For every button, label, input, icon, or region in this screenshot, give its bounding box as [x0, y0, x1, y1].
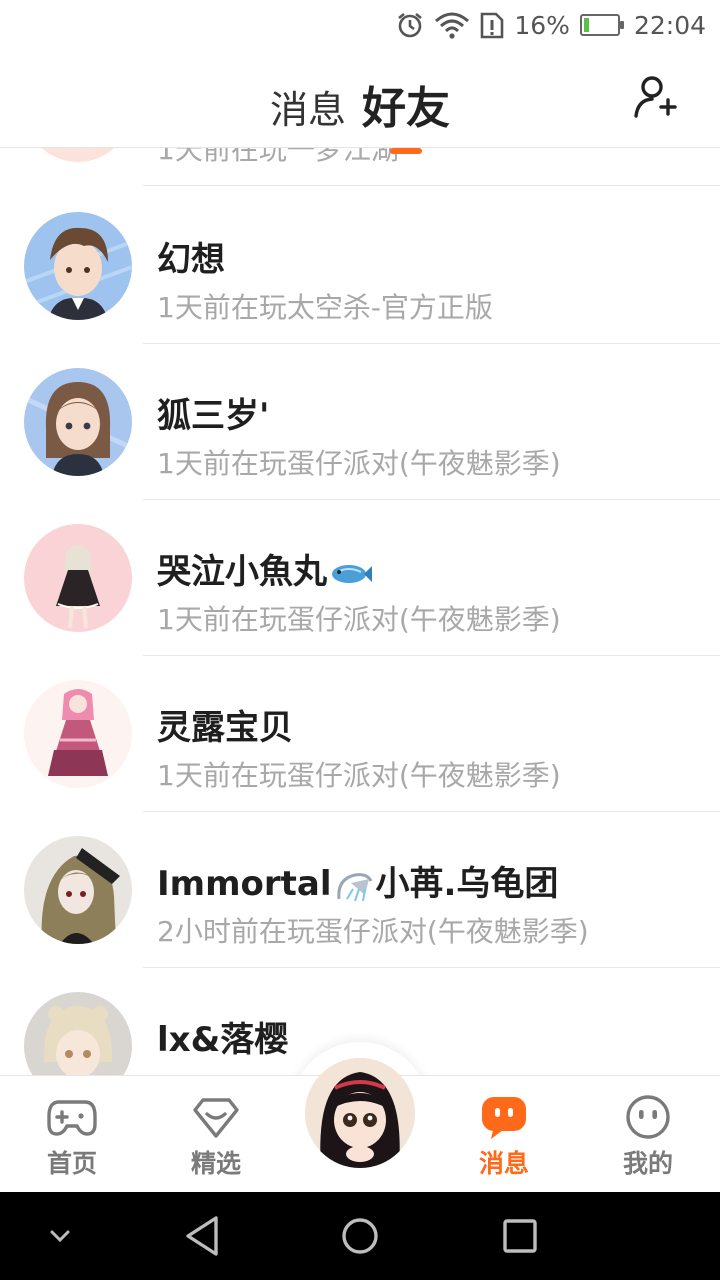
avatar: [24, 524, 132, 632]
avatar: [24, 836, 132, 944]
system-navigation-bar: [0, 1192, 720, 1280]
battery-charging-icon: [579, 14, 624, 36]
tab-friends[interactable]: 好友: [362, 72, 450, 154]
nav-featured-label: 精选: [190, 1149, 241, 1178]
friend-name-prefix: Immortal: [157, 864, 332, 904]
friend-row[interactable]: 1天前在玩一梦江湖: [0, 148, 720, 186]
nav-featured[interactable]: 精选: [166, 1094, 266, 1180]
clock: 22:04: [633, 10, 706, 40]
friend-row[interactable]: 哭泣小魚丸 1天前在玩蛋仔派对(午夜魅影季): [0, 500, 720, 656]
alarm-icon: [398, 12, 423, 38]
sim-alert-icon: [481, 12, 504, 39]
avatar: [24, 368, 132, 476]
friend-status: 1天前在玩太空杀-官方正版: [157, 291, 493, 324]
friend-name: 灵露宝贝: [157, 708, 293, 748]
nav-messages-label: 消息: [478, 1149, 529, 1178]
friend-name-text: 哭泣小魚丸: [157, 552, 327, 592]
shower-icon: [337, 872, 373, 901]
friend-name: 幻想: [157, 240, 225, 280]
avatar: [24, 992, 132, 1075]
gamepad-icon: [47, 1100, 97, 1136]
avatar: [24, 212, 132, 320]
fish-icon: [332, 564, 372, 583]
friend-name: 狐三岁': [157, 396, 270, 436]
avatar: [24, 148, 132, 162]
friend-row[interactable]: 幻想 1天前在玩太空杀-官方正版: [0, 188, 720, 344]
divider: [143, 185, 720, 186]
active-tab-indicator: [390, 148, 422, 154]
home-icon[interactable]: [340, 1214, 380, 1258]
tab-messages[interactable]: 消息: [270, 79, 346, 134]
friend-list: 1天前在玩一梦江湖 幻想 1天前在玩太空杀-官方正版 狐三岁' 1天前在玩蛋仔派…: [0, 148, 720, 1075]
add-friend-icon[interactable]: [632, 72, 680, 120]
battery-percent: 16%: [514, 10, 570, 40]
nav-profile-label: 我的: [622, 1149, 673, 1178]
nav-home-label: 首页: [46, 1149, 97, 1178]
friend-status: 1天前在玩蛋仔派对(午夜魅影季): [157, 759, 561, 792]
face-icon: [626, 1095, 670, 1139]
wifi-icon: [435, 12, 470, 39]
friend-status: 1天前在玩一梦江湖: [157, 148, 399, 166]
battery-level: [583, 18, 589, 32]
friend-status: 2小时前在玩蛋仔派对(午夜魅影季): [157, 915, 589, 948]
friend-name-suffix: 小苒.乌龟团: [375, 864, 559, 904]
friend-row[interactable]: 狐三岁' 1天前在玩蛋仔派对(午夜魅影季): [0, 344, 720, 500]
heart-icon: [193, 1098, 239, 1138]
avatar: [24, 680, 132, 788]
center-avatar-button[interactable]: [305, 1058, 415, 1168]
friend-name: lx&落樱: [157, 1020, 289, 1060]
recents-icon[interactable]: [500, 1214, 540, 1258]
header-tabs: 消息 好友: [0, 72, 720, 154]
friend-name: Immortal 小苒.乌龟团: [157, 856, 558, 905]
chat-icon: [482, 1097, 526, 1139]
friend-name: 哭泣小魚丸: [157, 544, 373, 593]
nav-home[interactable]: 首页: [22, 1094, 122, 1180]
top-header: 消息 好友: [0, 50, 720, 154]
friend-status: 1天前在玩蛋仔派对(午夜魅影季): [157, 603, 561, 636]
nav-profile[interactable]: 我的: [598, 1094, 698, 1180]
friend-status: 1天前在玩蛋仔派对(午夜魅影季): [157, 447, 561, 480]
status-bar: 16% 22:04: [0, 0, 720, 50]
tab-friends-label: 好友: [362, 83, 450, 134]
friend-row[interactable]: 灵露宝贝 1天前在玩蛋仔派对(午夜魅影季): [0, 656, 720, 812]
chevron-down-icon[interactable]: [46, 1222, 74, 1250]
back-icon[interactable]: [182, 1214, 222, 1258]
nav-messages[interactable]: 消息: [454, 1094, 554, 1180]
friend-row[interactable]: Immortal 小苒.乌龟团 2小时前在玩蛋仔派对(午夜魅影季): [0, 812, 720, 968]
